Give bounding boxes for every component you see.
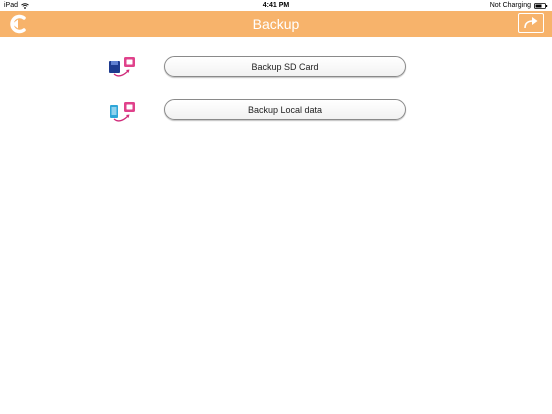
sd-card-to-device-icon [109, 57, 135, 77]
battery-icon [534, 2, 548, 9]
page-title: Backup [252, 16, 300, 32]
status-time: 4:41 PM [262, 2, 290, 9]
phone-to-device-icon [110, 102, 135, 122]
share-button[interactable] [518, 13, 544, 33]
nav-bar: Backup [0, 11, 552, 37]
share-icon [524, 17, 538, 29]
status-bar: iPad 4:41 PM Not Charging [0, 0, 552, 11]
backup-sd-card-button[interactable]: Backup SD Card [164, 56, 406, 77]
backup-local-data-button[interactable]: Backup Local data [164, 99, 406, 120]
status-right: Not Charging [490, 0, 548, 11]
charging-status: Not Charging [489, 2, 531, 9]
